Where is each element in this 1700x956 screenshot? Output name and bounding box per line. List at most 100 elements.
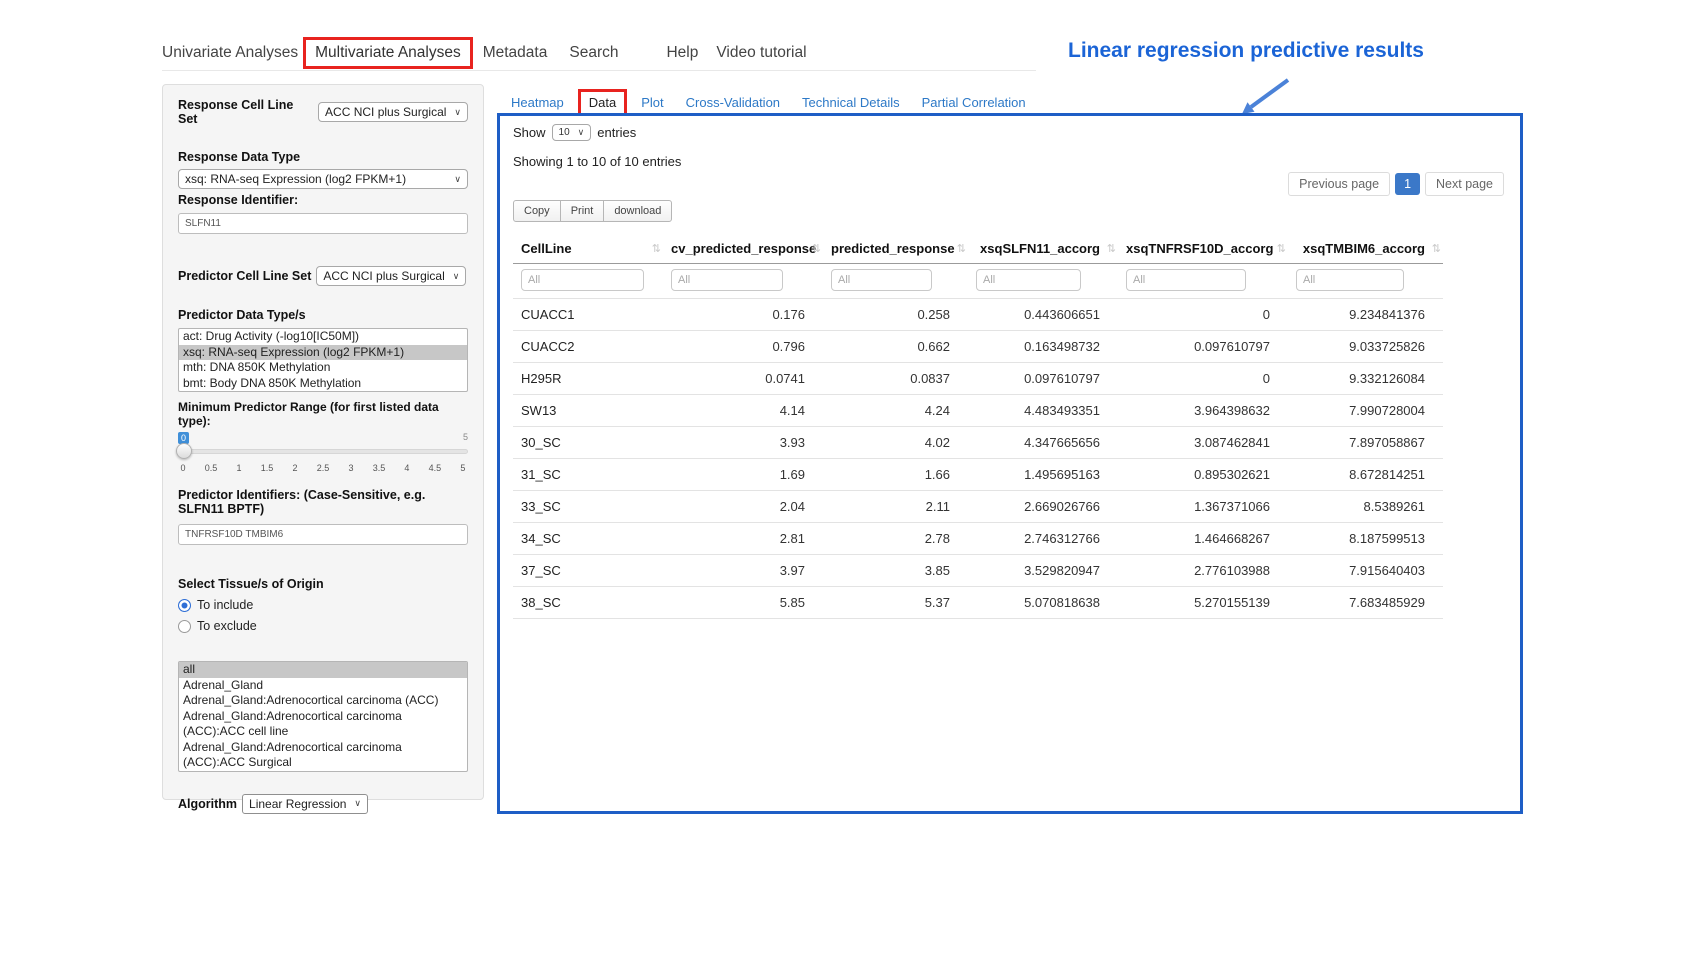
copy-button[interactable]: Copy	[513, 200, 561, 222]
nav-univariate-analyses[interactable]: Univariate Analyses	[162, 44, 298, 62]
table-row: 34_SC 2.81 2.78 2.746312766 1.464668267 …	[513, 523, 1443, 555]
sort-icon: ⇅	[1432, 242, 1441, 255]
min-predictor-range-label: Minimum Predictor Range (for first liste…	[178, 400, 468, 428]
tissue-origin-listbox[interactable]: all Adrenal_Gland Adrenal_Gland:Adrenoco…	[178, 661, 468, 772]
column-header-label: CellLine	[521, 241, 572, 256]
value-cell: 9.033725826	[1288, 331, 1443, 363]
cellline-cell: 38_SC	[513, 587, 663, 619]
value-cell: 8.5389261	[1288, 491, 1443, 523]
value-cell: 0.176	[663, 299, 823, 331]
algorithm-select[interactable]: Linear Regression ∨	[242, 794, 368, 814]
tab-data[interactable]: Data	[578, 89, 627, 116]
tab-technical-details[interactable]: Technical Details	[802, 95, 900, 110]
column-header-cv-predicted-response[interactable]: cv_predicted_response⇅	[663, 234, 823, 264]
algorithm-value: Linear Regression	[249, 797, 346, 811]
nav-divider	[162, 70, 1036, 71]
list-option-selected[interactable]: xsq: RNA-seq Expression (log2 FPKM+1)	[179, 345, 467, 361]
show-label: Show	[513, 125, 546, 140]
chevron-down-icon: ∨	[354, 798, 361, 809]
column-header-label: xsqSLFN11_accorg	[980, 241, 1100, 256]
response-identifier-input[interactable]	[178, 213, 468, 234]
nav-help[interactable]: Help	[666, 44, 698, 62]
page-length-value: 10	[559, 127, 570, 138]
slider-track[interactable]	[178, 449, 468, 454]
predictor-identifiers-input[interactable]	[178, 524, 468, 545]
entries-label: entries	[597, 125, 636, 140]
algorithm-label: Algorithm	[178, 797, 237, 811]
filter-input-xsqtnfrsf10d-accorg[interactable]	[1126, 269, 1246, 291]
column-header-xsqtmbim6-accorg[interactable]: xsqTMBIM6_accorg⇅	[1288, 234, 1443, 264]
nav-multivariate-analyses[interactable]: Multivariate Analyses	[303, 37, 473, 69]
tab-cross-validation[interactable]: Cross-Validation	[686, 95, 780, 110]
slider-handle[interactable]	[176, 443, 192, 459]
list-option[interactable]: bmt: Body DNA 850K Methylation	[179, 376, 467, 392]
pagination: Previous page 1 Next page	[1288, 172, 1504, 196]
sort-icon: ⇅	[1107, 242, 1116, 255]
tab-plot[interactable]: Plot	[641, 95, 663, 110]
value-cell: 7.897058867	[1288, 427, 1443, 459]
value-cell: 4.24	[823, 395, 968, 427]
predictor-data-types-listbox[interactable]: act: Drug Activity (-log10[IC50M]) xsq: …	[178, 328, 468, 392]
cellline-cell: 30_SC	[513, 427, 663, 459]
list-option[interactable]: act: Drug Activity (-log10[IC50M])	[179, 329, 467, 345]
column-header-cellline[interactable]: CellLine ⇅	[513, 234, 663, 264]
response-cell-line-set-select[interactable]: ACC NCI plus Surgical ∨	[318, 102, 468, 122]
value-cell: 2.11	[823, 491, 968, 523]
predictor-cell-line-set-label: Predictor Cell Line Set	[178, 269, 311, 283]
tab-heatmap[interactable]: Heatmap	[511, 95, 564, 110]
value-cell: 2.776103988	[1118, 555, 1288, 587]
current-page-button[interactable]: 1	[1395, 173, 1420, 195]
tick-label: 0.5	[205, 463, 218, 473]
filter-input-predicted-response[interactable]	[831, 269, 932, 291]
tick-label: 3.5	[373, 463, 386, 473]
predictor-cell-line-set-value: ACC NCI plus Surgical	[323, 269, 444, 283]
filter-input-cv-predicted-response[interactable]	[671, 269, 783, 291]
min-predictor-range-slider: 0 5 0 0.5 1 1.5 2 2.5 3 3.5 4 4.5 5	[178, 432, 468, 482]
response-data-type-select[interactable]: xsq: RNA-seq Expression (log2 FPKM+1) ∨	[178, 169, 468, 189]
list-option[interactable]: Adrenal_Gland:Adrenocortical carcinoma (…	[179, 693, 467, 709]
download-button[interactable]: download	[603, 200, 672, 222]
slider-max-label: 5	[463, 432, 468, 442]
column-header-label: cv_predicted_response	[671, 241, 816, 256]
sort-icon: ⇅	[1277, 242, 1286, 255]
table-row: CUACC2 0.796 0.662 0.163498732 0.0976107…	[513, 331, 1443, 363]
nav-metadata[interactable]: Metadata	[483, 44, 548, 62]
value-cell: 0.258	[823, 299, 968, 331]
predictor-cell-line-set-select[interactable]: ACC NCI plus Surgical ∨	[316, 266, 466, 286]
filter-input-cellline[interactable]	[521, 269, 644, 291]
print-button[interactable]: Print	[560, 200, 605, 222]
value-cell: 9.332126084	[1288, 363, 1443, 395]
value-cell: 0	[1118, 299, 1288, 331]
nav-search[interactable]: Search	[569, 44, 618, 62]
tick-label: 1	[234, 463, 244, 473]
filter-input-xsqslfn11-accorg[interactable]	[976, 269, 1081, 291]
value-cell: 3.97	[663, 555, 823, 587]
value-cell: 0.097610797	[968, 363, 1118, 395]
tissue-exclude-radio[interactable]: To exclude	[178, 619, 468, 633]
chevron-down-icon: ∨	[578, 127, 585, 138]
column-header-xsqtnfrsf10d-accorg[interactable]: xsqTNFRSF10D_accorg⇅	[1118, 234, 1288, 264]
sort-icon: ⇅	[652, 242, 661, 255]
list-option[interactable]: mth: DNA 850K Methylation	[179, 360, 467, 376]
list-option[interactable]: Adrenal_Gland	[179, 678, 467, 694]
tab-partial-correlation[interactable]: Partial Correlation	[922, 95, 1026, 110]
tissue-include-radio[interactable]: To include	[178, 598, 468, 612]
list-option[interactable]: Adrenal_Gland:Adrenocortical carcinoma (…	[179, 740, 467, 771]
cellline-cell: CUACC1	[513, 299, 663, 331]
column-header-predicted-response[interactable]: predicted_response⇅	[823, 234, 968, 264]
list-option[interactable]: Adrenal_Gland:Adrenocortical carcinoma (…	[179, 709, 467, 740]
tissue-exclude-label: To exclude	[197, 619, 257, 633]
slider-tick-labels: 0 0.5 1 1.5 2 2.5 3 3.5 4 4.5 5	[178, 463, 468, 473]
column-header-xsqslfn11-accorg[interactable]: xsqSLFN11_accorg ⇅	[968, 234, 1118, 264]
previous-page-button[interactable]: Previous page	[1288, 172, 1390, 196]
next-page-button[interactable]: Next page	[1425, 172, 1504, 196]
tick-label: 4	[402, 463, 412, 473]
page-length-select[interactable]: 10 ∨	[552, 124, 592, 141]
list-option-selected[interactable]: all	[179, 662, 467, 678]
tick-label: 3	[346, 463, 356, 473]
filter-input-xsqtmbim6-accorg[interactable]	[1296, 269, 1404, 291]
response-data-type-label: Response Data Type	[178, 150, 468, 164]
table-row: 31_SC 1.69 1.66 1.495695163 0.895302621 …	[513, 459, 1443, 491]
column-header-label: predicted_response	[831, 241, 955, 256]
nav-video-tutorial[interactable]: Video tutorial	[716, 44, 806, 62]
